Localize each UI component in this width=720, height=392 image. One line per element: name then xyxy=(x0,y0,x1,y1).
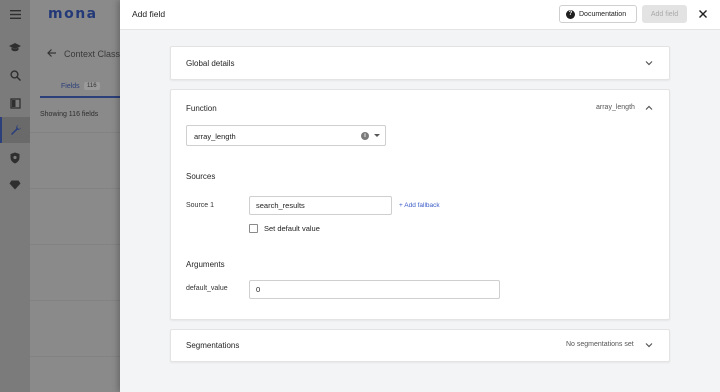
search-icon[interactable] xyxy=(8,68,22,82)
showing-fields-text: Showing 116 fields xyxy=(40,111,99,118)
function-select[interactable]: array_length i xyxy=(186,125,386,146)
help-circle-icon: ? xyxy=(566,9,575,19)
nav-rail xyxy=(0,0,30,392)
divider xyxy=(30,300,120,301)
default-value-input[interactable]: 0 xyxy=(249,280,500,299)
source-1-input[interactable]: search_results xyxy=(249,196,392,215)
wrench-icon[interactable] xyxy=(0,117,30,143)
caret-down-icon xyxy=(374,134,380,137)
add-field-button[interactable]: Add field xyxy=(642,5,687,23)
menu-icon[interactable] xyxy=(8,7,22,21)
chevron-down-icon[interactable] xyxy=(645,342,653,350)
drawer-title: Add field xyxy=(132,9,166,19)
add-field-drawer: Add field ? Documentation Add field Glob… xyxy=(120,0,720,392)
default-value-label: default_value xyxy=(186,285,228,292)
set-default-value-label: Set default value xyxy=(264,224,320,233)
source-1-label: Source 1 xyxy=(186,202,215,209)
segmentations-title: Segmentations xyxy=(186,341,240,350)
documentation-button[interactable]: ? Documentation xyxy=(559,5,637,23)
tab-fields-count: 116 xyxy=(84,82,100,90)
back-arrow-icon[interactable] xyxy=(47,48,57,61)
set-default-value-checkbox[interactable] xyxy=(249,224,258,233)
divider xyxy=(30,244,120,245)
tab-fields-label: Fields xyxy=(61,83,80,90)
function-section: Function array_length array_length i Sou… xyxy=(170,89,670,320)
diamond-icon[interactable] xyxy=(8,178,22,192)
context-class-title: Context Class xyxy=(64,49,121,59)
info-icon[interactable]: i xyxy=(361,132,369,140)
arguments-title: Arguments xyxy=(186,260,225,269)
close-icon[interactable] xyxy=(696,7,710,21)
sources-title: Sources xyxy=(186,172,216,181)
divider xyxy=(30,132,120,133)
chevron-down-icon[interactable] xyxy=(645,60,653,68)
divider xyxy=(30,188,120,189)
book-icon[interactable] xyxy=(8,96,22,110)
function-title: Function xyxy=(186,104,217,113)
tab-fields[interactable]: Fields 116 xyxy=(40,72,120,98)
chevron-up-icon[interactable] xyxy=(645,105,653,113)
divider xyxy=(30,356,120,357)
documentation-label: Documentation xyxy=(579,10,627,18)
shield-icon[interactable] xyxy=(8,151,22,165)
function-select-value: array_length xyxy=(194,132,236,141)
function-summary: array_length xyxy=(596,104,635,111)
segmentations-section[interactable]: Segmentations No segmentations set xyxy=(170,329,670,362)
drawer-header: Add field ? Documentation Add field xyxy=(120,0,720,30)
graduation-cap-icon[interactable] xyxy=(8,41,22,55)
global-details-section[interactable]: Global details xyxy=(170,46,670,80)
app-logo[interactable]: mona xyxy=(48,6,98,22)
global-details-title: Global details xyxy=(186,59,235,68)
segmentations-summary: No segmentations set xyxy=(566,341,634,348)
add-fallback-link[interactable]: + Add fallback xyxy=(399,202,440,209)
